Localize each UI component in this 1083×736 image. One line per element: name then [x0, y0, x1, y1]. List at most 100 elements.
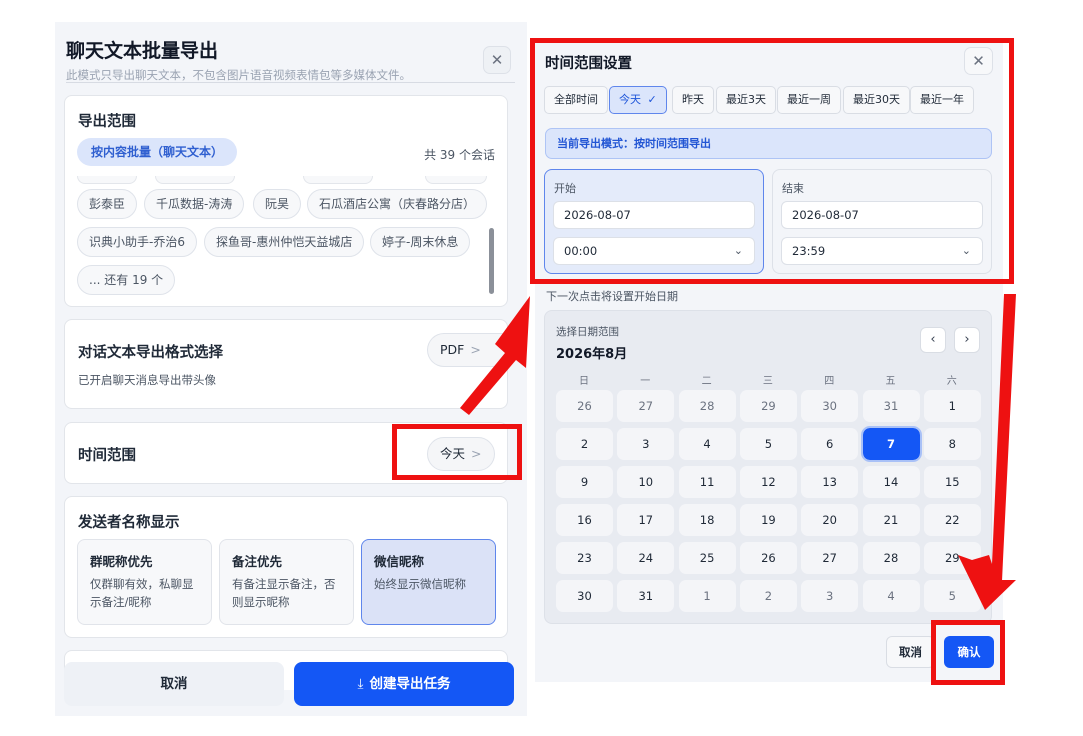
close-button[interactable]: ✕: [483, 46, 511, 74]
calendar-day[interactable]: 3: [617, 428, 675, 460]
time-cancel-button[interactable]: 取消: [886, 636, 935, 668]
calendar-day[interactable]: 8: [923, 428, 981, 460]
calendar-day[interactable]: 4: [862, 580, 920, 612]
calendar-day[interactable]: 29: [739, 390, 797, 422]
calendar-day[interactable]: 26: [556, 390, 613, 422]
preset-all-time[interactable]: 全部时间: [544, 86, 608, 114]
date-range-calendar: 选择日期范围 2026年8月 ‹ › 日一二三四五六 26 27 28 29 30 31 1 2…: [544, 310, 992, 624]
weekday-label: 四: [824, 376, 835, 387]
calendar-day[interactable]: 6: [801, 428, 859, 460]
chip-cutoff: [77, 176, 137, 184]
calendar-day[interactable]: 15: [923, 466, 981, 498]
time-range-button[interactable]: 今天 >: [427, 437, 495, 471]
calendar-day[interactable]: 1: [678, 580, 736, 612]
calendar-day[interactable]: 31: [862, 390, 920, 422]
time-dialog-title: 时间范围设置: [545, 56, 632, 72]
option-group-nickname[interactable]: 群昵称优先 仅群聊有效，私聊显示备注/昵称: [77, 539, 212, 625]
calendar-day[interactable]: 11: [678, 466, 736, 498]
calendar-day[interactable]: 3: [801, 580, 859, 612]
calendar-day[interactable]: 31: [617, 580, 675, 612]
calendar-day[interactable]: 27: [801, 542, 859, 574]
cancel-button[interactable]: 取消: [64, 662, 284, 706]
format-heading: 对话文本导出格式选择: [78, 345, 223, 361]
calendar-day[interactable]: 2: [739, 580, 797, 612]
scope-mode-pill[interactable]: 按内容批量（聊天文本）: [77, 138, 238, 166]
prev-month-button[interactable]: ‹: [920, 327, 946, 353]
weekday-label: 三: [762, 376, 773, 387]
session-chip[interactable]: 阮昊: [253, 189, 302, 219]
option-remark[interactable]: 备注优先 有备注显示备注，否则显示昵称: [219, 539, 354, 625]
calendar-day[interactable]: 17: [617, 504, 675, 536]
preset-last-year[interactable]: 最近一年: [910, 86, 974, 114]
chevron-left-icon: ‹: [930, 332, 936, 347]
preset-last-3-days[interactable]: 最近3天: [716, 86, 776, 114]
calendar-day[interactable]: 22: [923, 504, 981, 536]
calendar-day[interactable]: 10: [617, 466, 675, 498]
session-chip[interactable]: 彭泰臣: [77, 189, 138, 219]
calendar-day[interactable]: 13: [801, 466, 859, 498]
close-button[interactable]: ✕: [964, 47, 993, 75]
calendar-day[interactable]: 30: [801, 390, 859, 422]
session-chip[interactable]: 识典小助手-乔治6: [77, 227, 197, 257]
calendar-day[interactable]: 25: [678, 542, 736, 574]
calendar-day[interactable]: 26: [739, 542, 797, 574]
preset-yesterday[interactable]: 昨天: [672, 86, 714, 114]
format-card: 对话文本导出格式选择 已开启聊天消息导出带头像 PDF >: [64, 319, 509, 409]
option-title: 群昵称优先: [90, 554, 153, 569]
calendar-day[interactable]: 5: [739, 428, 797, 460]
end-time-select[interactable]: 23:59 ⌄: [781, 237, 983, 265]
calendar-day[interactable]: 19: [739, 504, 797, 536]
calendar-day[interactable]: 29: [923, 542, 981, 574]
format-select-button[interactable]: PDF >: [427, 333, 509, 367]
start-label: 开始: [554, 182, 576, 195]
chip-cutoff: [425, 176, 487, 184]
end-date-field[interactable]: 2026-08-07: [781, 201, 983, 229]
option-desc: 仅群聊有效，私聊显示备注/昵称: [90, 577, 194, 609]
start-date-field[interactable]: 2026-08-07: [553, 201, 755, 229]
calendar-day[interactable]: 14: [862, 466, 920, 498]
calendar-day[interactable]: 23: [556, 542, 613, 574]
start-range-box[interactable]: 开始 2026-08-07 00:00 ⌄: [544, 169, 764, 274]
calendar-day[interactable]: 1: [923, 390, 981, 422]
session-chip[interactable]: 千瓜数据-涛涛: [144, 189, 245, 219]
calendar-day[interactable]: 12: [739, 466, 797, 498]
option-desc: 有备注显示备注，否则显示昵称: [232, 577, 336, 609]
time-range-value: 今天: [440, 446, 466, 461]
calendar-day[interactable]: 21: [862, 504, 920, 536]
time-confirm-button[interactable]: 确认: [944, 636, 994, 668]
chip-cutoff: [155, 176, 235, 184]
calendar-day[interactable]: 16: [556, 504, 613, 536]
more-sessions-chip[interactable]: ... 还有 19 个: [77, 265, 176, 295]
calendar-day[interactable]: 27: [617, 390, 675, 422]
preset-last-30-days[interactable]: 最近30天: [843, 86, 910, 114]
preset-last-week[interactable]: 最近一周: [777, 86, 841, 114]
next-month-button[interactable]: ›: [954, 327, 980, 353]
preset-today[interactable]: 今天 ✓: [609, 86, 667, 114]
export-mode-banner: 当前导出模式：按时间范围导出: [545, 128, 992, 159]
create-export-label: 创建导出任务: [369, 676, 451, 692]
option-wechat-nickname[interactable]: 微信昵称 始终显示微信昵称: [361, 539, 496, 625]
scope-heading: 导出范围: [78, 114, 136, 130]
session-chip[interactable]: 探鱼哥-惠州仲恺天益城店: [204, 227, 365, 257]
end-range-box[interactable]: 结束 2026-08-07 23:59 ⌄: [772, 169, 992, 274]
chip-list-scrollbar[interactable]: [489, 228, 494, 294]
calendar-day[interactable]: 9: [556, 466, 613, 498]
start-time-select[interactable]: 00:00 ⌄: [553, 237, 755, 265]
session-chip[interactable]: 石瓜酒店公寓（庆春路分店）: [307, 189, 488, 219]
calendar-day[interactable]: 28: [678, 390, 736, 422]
calendar-day[interactable]: 4: [678, 428, 736, 460]
calendar-day[interactable]: 5: [923, 580, 981, 612]
option-desc: 始终显示微信昵称: [374, 577, 466, 591]
chevron-right-icon: >: [470, 342, 481, 357]
format-value: PDF: [440, 342, 465, 357]
calendar-day[interactable]: 20: [801, 504, 859, 536]
calendar-label: 选择日期范围: [556, 326, 619, 338]
calendar-day[interactable]: 18: [678, 504, 736, 536]
calendar-day-selected[interactable]: 7: [860, 426, 922, 462]
session-chip[interactable]: 婷子-周末休息: [370, 227, 471, 257]
calendar-day[interactable]: 28: [862, 542, 920, 574]
calendar-day[interactable]: 24: [617, 542, 675, 574]
calendar-day[interactable]: 2: [556, 428, 613, 460]
create-export-task-button[interactable]: ⤓ 创建导出任务: [294, 662, 514, 706]
calendar-day[interactable]: 30: [556, 580, 613, 612]
